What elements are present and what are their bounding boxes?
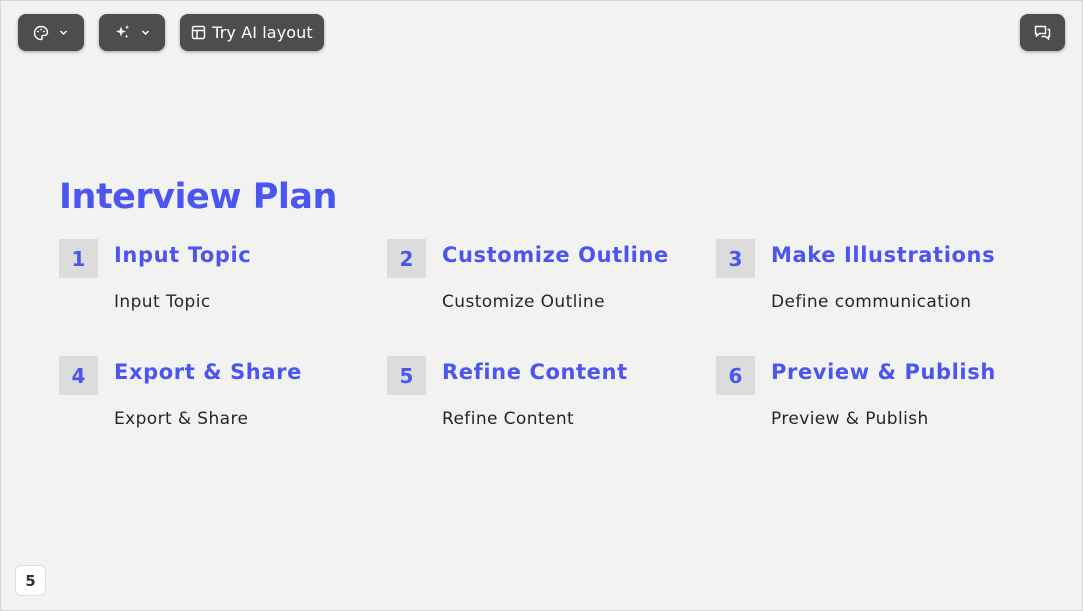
step-item[interactable]: 5 Refine Content Refine Content [387,356,707,436]
try-ai-layout-label: Try AI layout [212,23,313,42]
step-item[interactable]: 2 Customize Outline Customize Outline [387,239,707,319]
comments-button[interactable] [1020,14,1065,51]
slide-canvas: Try AI layout Interview Plan 1 Input Top… [0,0,1083,611]
try-ai-layout-button[interactable]: Try AI layout [180,14,324,51]
step-number: 5 [387,356,426,395]
step-number: 4 [59,356,98,395]
sparkles-icon [114,24,131,41]
step-title: Input Topic [114,243,252,267]
chevron-down-icon [58,27,69,38]
step-description: Define communication [771,292,972,312]
slide-title[interactable]: Interview Plan [59,177,337,217]
step-description: Export & Share [114,409,249,429]
theme-dropdown-button[interactable] [18,14,84,51]
chevron-down-icon [140,27,151,38]
layout-icon [191,25,206,40]
step-item[interactable]: 1 Input Topic Input Topic [59,239,379,319]
step-title: Preview & Publish [771,360,996,384]
step-item[interactable]: 6 Preview & Publish Preview & Publish [716,356,1036,436]
step-number: 1 [59,239,98,278]
comments-icon [1034,25,1051,40]
step-description: Preview & Publish [771,409,929,429]
step-title: Make Illustrations [771,243,996,267]
magic-dropdown-button[interactable] [99,14,165,51]
step-number: 2 [387,239,426,278]
step-item[interactable]: 4 Export & Share Export & Share [59,356,379,436]
step-title: Customize Outline [442,243,669,267]
step-number: 3 [716,239,755,278]
page-number-badge[interactable]: 5 [15,565,46,596]
step-title: Export & Share [114,360,302,384]
palette-icon [33,25,49,41]
step-description: Refine Content [442,409,575,429]
step-item[interactable]: 3 Make Illustrations Define communicatio… [716,239,1036,319]
step-description: Input Topic [114,292,211,312]
step-description: Customize Outline [442,292,605,312]
step-title: Refine Content [442,360,628,384]
step-number: 6 [716,356,755,395]
